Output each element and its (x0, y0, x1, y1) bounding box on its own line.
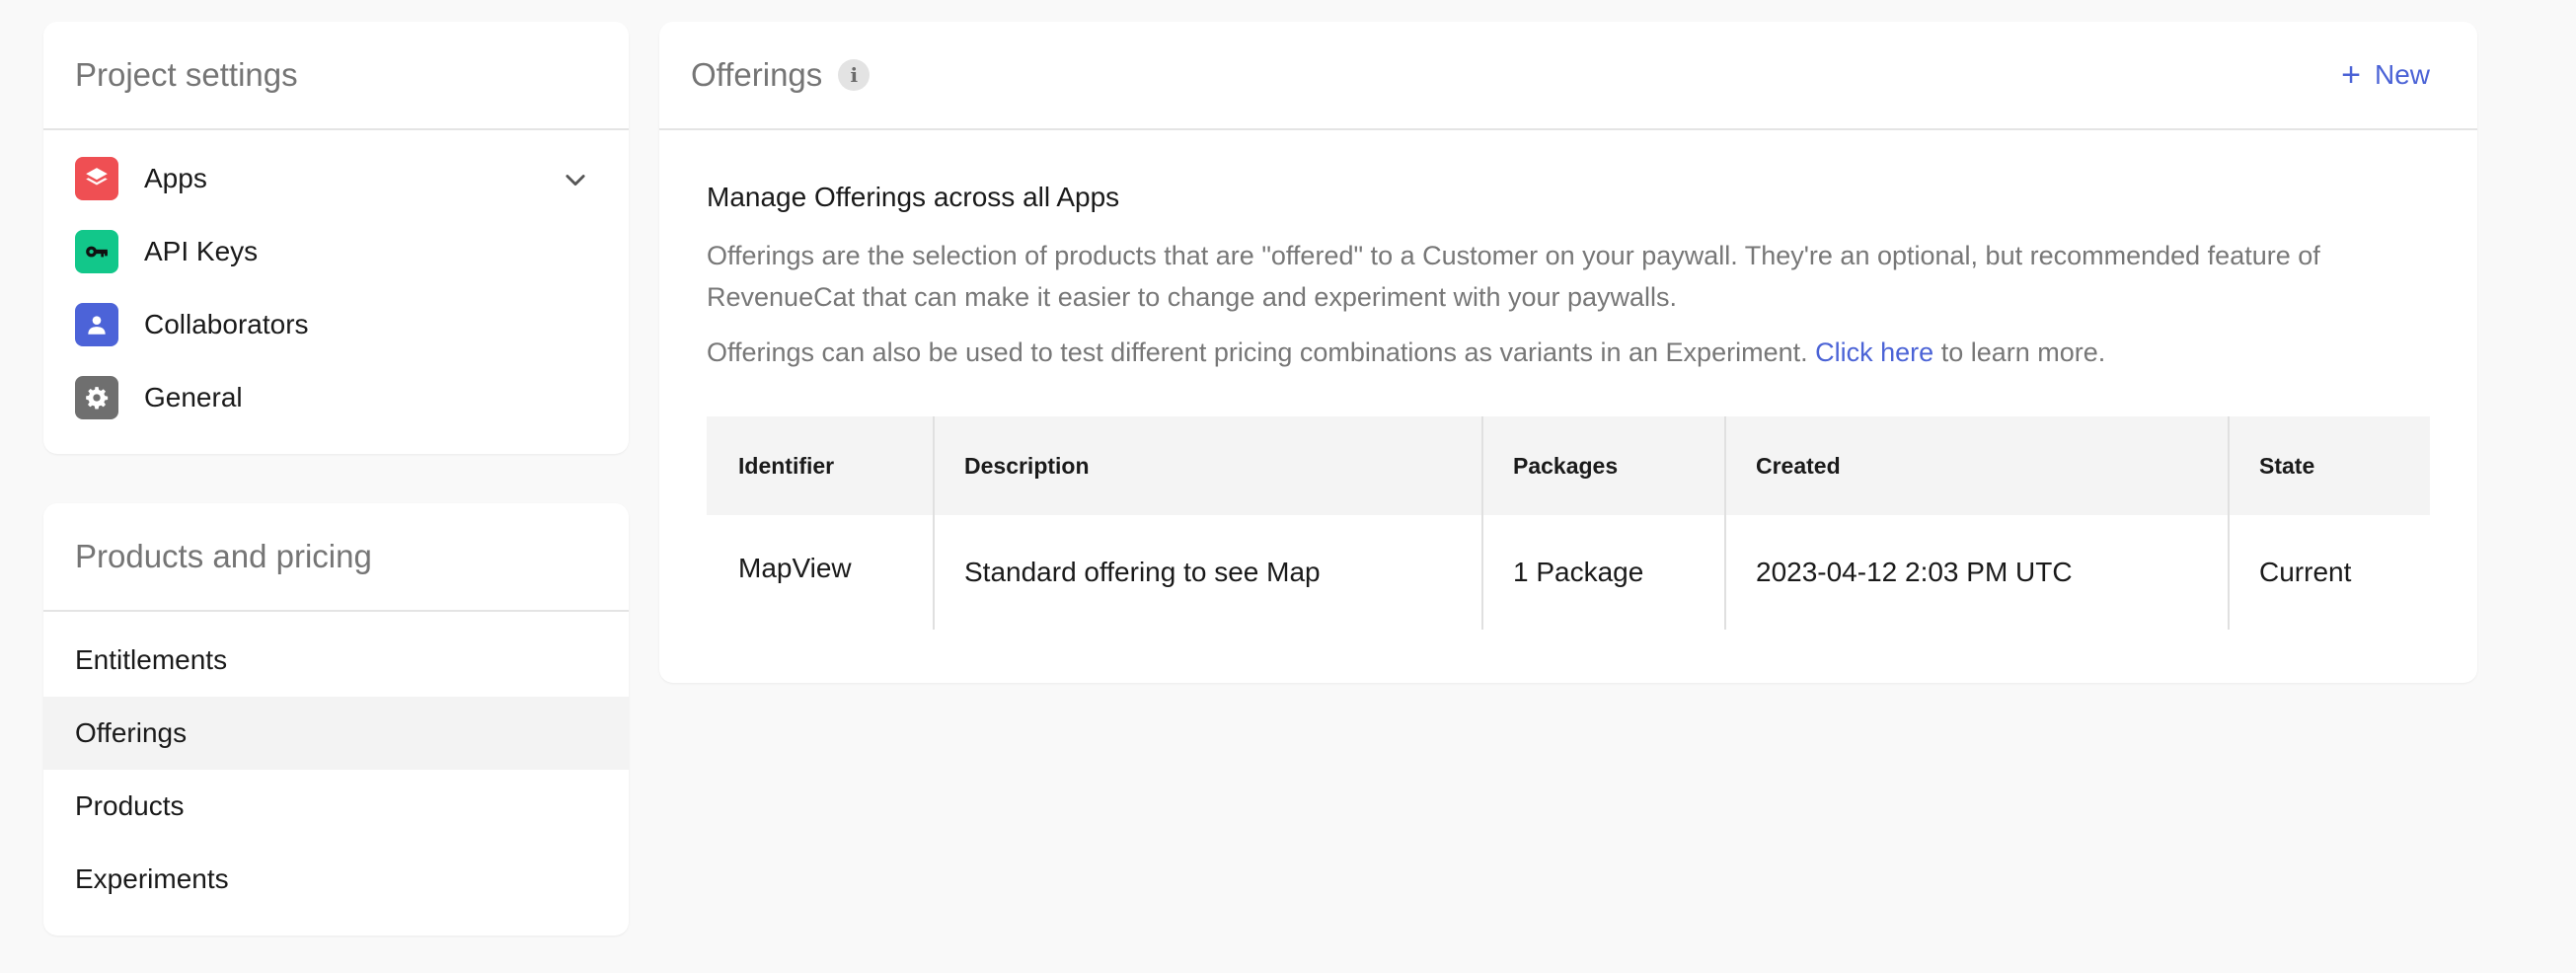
project-settings-title: Project settings (43, 22, 629, 130)
offerings-body: Manage Offerings across all Apps Offerin… (659, 130, 2477, 630)
project-settings-card: Project settings Apps API Keys Collabora (43, 22, 629, 454)
cell-description: Standard offering to see Map (933, 515, 1481, 630)
column-header-description[interactable]: Description (933, 416, 1481, 515)
sidebar-item-general[interactable]: General (43, 361, 629, 434)
description-paragraph: Offerings are the selection of products … (707, 241, 2320, 312)
sidebar-item-products[interactable]: Products (43, 770, 629, 843)
column-header-identifier[interactable]: Identifier (707, 416, 933, 515)
sidebar-item-experiments[interactable]: Experiments (43, 843, 629, 916)
cell-state: Current (2228, 515, 2430, 630)
products-pricing-title: Products and pricing (43, 503, 629, 612)
sidebar-item-label: General (144, 382, 243, 412)
sidebar-item-offerings[interactable]: Offerings (43, 697, 629, 770)
new-offering-button[interactable]: + New (2341, 58, 2430, 92)
new-button-label: New (2374, 59, 2430, 90)
column-header-state[interactable]: State (2228, 416, 2430, 515)
sidebar-item-label: Apps (144, 163, 207, 193)
offerings-title-wrap: Offerings i (691, 56, 871, 94)
plus-icon: + (2341, 56, 2361, 94)
page: Project settings Apps API Keys Collabora (0, 0, 2576, 973)
sidebar-item-label: Collaborators (144, 309, 309, 339)
sidebar-item-apps[interactable]: Apps (43, 142, 629, 215)
table-row[interactable]: MapView Standard offering to see Map 1 P… (707, 515, 2430, 630)
column-header-created[interactable]: Created (1724, 416, 2228, 515)
layers-icon (75, 157, 118, 200)
key-icon (75, 230, 118, 273)
sidebar-item-entitlements[interactable]: Entitlements (43, 624, 629, 697)
click-here-link[interactable]: Click here (1815, 337, 1933, 367)
user-icon (75, 303, 118, 346)
page-title: Offerings (691, 56, 823, 93)
info-icon[interactable]: i (838, 59, 871, 91)
cell-packages: 1 Package (1481, 515, 1724, 630)
sidebar-item-label: API Keys (144, 236, 259, 266)
offerings-header: Offerings i + New (659, 22, 2477, 130)
experiment-paragraph-suffix: to learn more. (1940, 337, 2106, 367)
offerings-card: Offerings i + New Manage Offerings acros… (659, 22, 2477, 683)
experiment-paragraph-prefix: Offerings can also be used to test diffe… (707, 337, 1808, 367)
products-pricing-list: Entitlements Offerings Products Experime… (43, 612, 629, 916)
column-header-packages[interactable]: Packages (1481, 416, 1724, 515)
offerings-table: Identifier Description Packages Created … (707, 416, 2430, 630)
project-settings-list: Apps API Keys Collaborators General (43, 130, 629, 434)
table-header: Identifier Description Packages Created … (707, 416, 2430, 515)
chevron-down-icon[interactable] (562, 166, 589, 193)
gear-icon (75, 376, 118, 419)
sidebar-item-api-keys[interactable]: API Keys (43, 215, 629, 288)
products-pricing-card: Products and pricing Entitlements Offeri… (43, 503, 629, 936)
cell-identifier: MapView (738, 553, 852, 583)
sidebar-item-collaborators[interactable]: Collaborators (43, 288, 629, 361)
section-title: Manage Offerings across all Apps (707, 182, 1120, 212)
cell-created: 2023-04-12 2:03 PM UTC (1724, 515, 2228, 630)
experiment-paragraph: Offerings can also be used to test diffe… (707, 332, 2430, 373)
